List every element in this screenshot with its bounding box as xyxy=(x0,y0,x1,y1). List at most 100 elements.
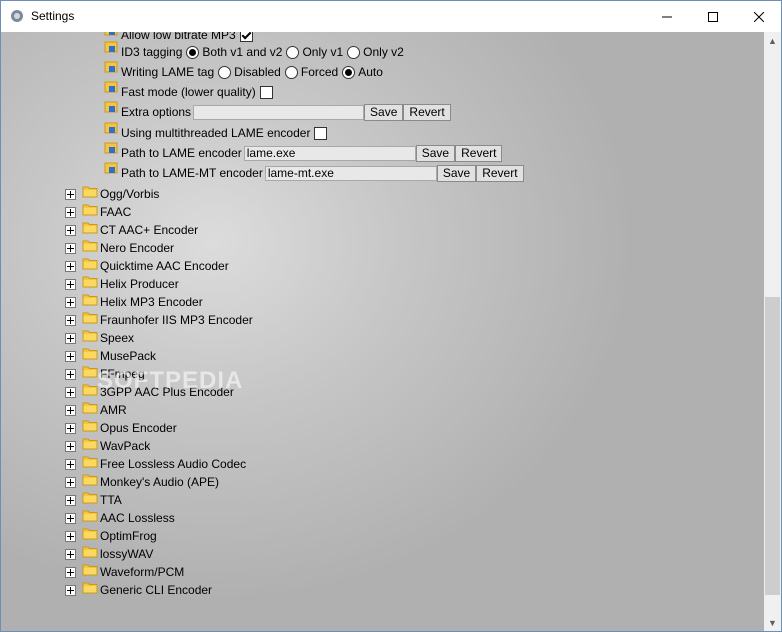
encoder-tree-node[interactable]: Waveform/PCM xyxy=(65,563,184,581)
expand-icon[interactable] xyxy=(65,404,76,416)
encoder-tree-node[interactable]: WavPack xyxy=(65,437,150,455)
expand-icon[interactable] xyxy=(65,368,76,380)
expand-icon[interactable] xyxy=(65,458,76,470)
folder-icon xyxy=(82,564,98,576)
low-bitrate-checkbox[interactable] xyxy=(239,32,253,42)
close-button[interactable] xyxy=(736,1,781,32)
expand-icon[interactable] xyxy=(65,584,76,596)
encoder-tree-node[interactable]: Ogg/Vorbis xyxy=(65,185,159,203)
encoder-tree-node[interactable]: Helix Producer xyxy=(65,275,179,293)
lame-mt-path-input[interactable] xyxy=(264,165,437,181)
option-lame-mt-path: Path to LAME-MT encoder Save Revert xyxy=(103,162,524,183)
expand-icon[interactable] xyxy=(65,386,76,398)
lame-path-revert-button[interactable]: Revert xyxy=(455,144,503,162)
expand-icon[interactable] xyxy=(65,224,76,236)
folder-icon xyxy=(82,420,98,432)
expand-icon[interactable] xyxy=(65,188,76,200)
lame-tag-radio-forced[interactable] xyxy=(284,65,298,79)
encoder-tree-node[interactable]: CT AAC+ Encoder xyxy=(65,221,198,239)
encoder-tree-node[interactable]: lossyWAV xyxy=(65,545,153,563)
encoder-tree-node[interactable]: Opus Encoder xyxy=(65,419,177,437)
encoder-tree-node[interactable]: FAAC xyxy=(65,203,131,221)
folder-icon xyxy=(82,240,98,252)
encoder-tree-node[interactable]: MusePack xyxy=(65,347,156,365)
expand-icon[interactable] xyxy=(65,242,76,254)
folder-icon xyxy=(82,402,98,414)
folder-icon xyxy=(82,492,98,504)
lame-path-input[interactable] xyxy=(243,145,416,161)
expand-icon[interactable] xyxy=(65,530,76,542)
encoder-tree-node[interactable]: Quicktime AAC Encoder xyxy=(65,257,229,275)
expand-icon[interactable] xyxy=(65,566,76,578)
radio-label: Only v2 xyxy=(363,45,404,59)
lame-mt-path-save-button[interactable]: Save xyxy=(436,164,477,182)
encoder-tree-node[interactable]: Nero Encoder xyxy=(65,239,174,257)
id3-radio-v1[interactable] xyxy=(286,45,300,59)
lame-mt-path-revert-button[interactable]: Revert xyxy=(476,164,524,182)
encoder-tree-node[interactable]: Generic CLI Encoder xyxy=(65,581,212,599)
encoder-label: Helix MP3 Encoder xyxy=(100,295,203,309)
lame-path-save-button[interactable]: Save xyxy=(415,144,456,162)
expand-icon[interactable] xyxy=(65,314,76,326)
folder-icon xyxy=(82,384,98,396)
chevron-down-icon: ▼ xyxy=(768,617,777,628)
id3-radio-both[interactable] xyxy=(186,45,200,59)
extra-options-input[interactable] xyxy=(193,104,365,120)
expand-icon[interactable] xyxy=(65,494,76,506)
expand-icon[interactable] xyxy=(65,332,76,344)
id3-radio-v2[interactable] xyxy=(347,45,361,59)
maximize-button[interactable] xyxy=(690,1,735,32)
extra-options-revert-button[interactable]: Revert xyxy=(403,103,451,121)
folder-icon xyxy=(82,528,98,540)
encoder-label: FAAC xyxy=(100,205,132,219)
encoder-tree-node[interactable]: Fraunhofer IIS MP3 Encoder xyxy=(65,311,253,329)
scroll-down-button[interactable]: ▼ xyxy=(764,614,781,631)
option-fast-mode: Fast mode (lower quality) xyxy=(103,81,279,102)
expand-icon[interactable] xyxy=(65,296,76,308)
expand-icon[interactable] xyxy=(65,476,76,488)
lame-tag-radio-disabled[interactable] xyxy=(218,65,232,79)
folder-icon xyxy=(82,258,98,270)
multithreaded-checkbox[interactable] xyxy=(314,126,328,140)
expand-icon[interactable] xyxy=(65,548,76,560)
encoder-tree-node[interactable]: Monkey's Audio (APE) xyxy=(65,473,219,491)
folder-icon xyxy=(82,546,98,558)
radio-label: Auto xyxy=(358,65,383,79)
encoder-tree-node[interactable]: Helix MP3 Encoder xyxy=(65,293,203,311)
encoder-label: Fraunhofer IIS MP3 Encoder xyxy=(100,313,253,327)
encoder-tree-node[interactable]: AAC Lossless xyxy=(65,509,175,527)
encoder-tree-node[interactable]: TTA xyxy=(65,491,122,509)
extra-options-save-button[interactable]: Save xyxy=(364,103,404,121)
expand-icon[interactable] xyxy=(65,206,76,218)
encoder-label: lossyWAV xyxy=(100,547,154,561)
folder-icon xyxy=(82,510,98,522)
expand-icon[interactable] xyxy=(65,440,76,452)
encoder-tree-node[interactable]: Free Lossless Audio Codec xyxy=(65,455,246,473)
encoder-tree-node[interactable]: OptimFrog xyxy=(65,527,157,545)
expand-icon[interactable] xyxy=(65,422,76,434)
option-icon xyxy=(104,101,118,113)
expand-icon[interactable] xyxy=(65,512,76,524)
chevron-up-icon: ▲ xyxy=(768,35,777,46)
encoder-label: Ogg/Vorbis xyxy=(100,187,160,201)
expand-icon[interactable] xyxy=(65,278,76,290)
encoder-tree-node[interactable]: Speex xyxy=(65,329,134,347)
folder-icon xyxy=(82,186,98,198)
app-icon xyxy=(11,10,23,22)
fast-mode-checkbox[interactable] xyxy=(259,85,273,99)
minimize-button[interactable] xyxy=(644,1,689,32)
folder-icon xyxy=(82,276,98,288)
lame-tag-radio-auto[interactable] xyxy=(342,65,356,79)
window-title: Settings xyxy=(31,9,75,23)
expand-icon[interactable] xyxy=(65,260,76,272)
scrollbar-thumb[interactable] xyxy=(765,297,780,595)
folder-icon xyxy=(82,204,98,216)
maximize-icon xyxy=(707,11,718,22)
scroll-up-button[interactable]: ▲ xyxy=(764,32,781,49)
option-icon xyxy=(104,162,118,174)
encoder-tree-node[interactable]: AMR xyxy=(65,401,127,419)
vertical-scrollbar[interactable]: ▲ ▼ xyxy=(764,32,781,631)
radio-label: Forced xyxy=(300,65,339,79)
option-lame-tag: Writing LAME tag Disabled Forced Auto xyxy=(103,61,383,82)
expand-icon[interactable] xyxy=(65,350,76,362)
